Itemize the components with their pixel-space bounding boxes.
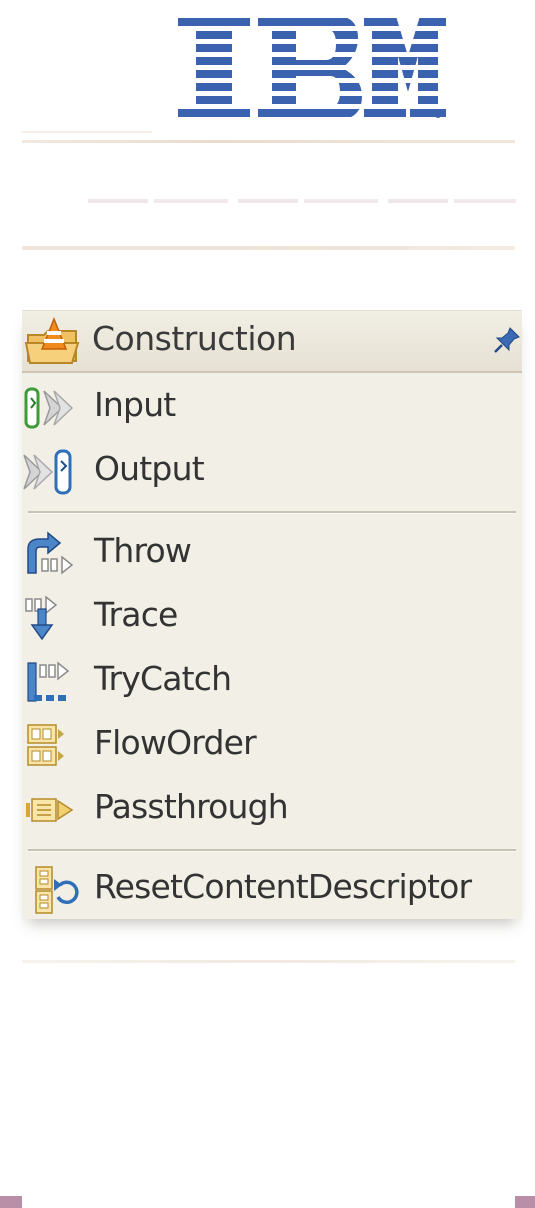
- palette-entry-input[interactable]: Input: [22, 377, 522, 437]
- output-node-icon: [22, 445, 94, 497]
- palette-entry-throw[interactable]: Throw: [22, 523, 522, 583]
- header-divider-faint: [88, 199, 516, 203]
- palette-entry-floworder[interactable]: FlowOrder: [22, 715, 522, 775]
- palette-entry-label: TryCatch: [94, 659, 232, 698]
- pin-icon[interactable]: [492, 325, 522, 355]
- palette-entry-passthrough[interactable]: Passthrough: [22, 779, 522, 839]
- drawer-header-label: Construction: [92, 319, 297, 358]
- resetcontentdescriptor-node-icon: [22, 863, 94, 915]
- palette-entry-trace[interactable]: Trace: [22, 587, 522, 647]
- ibm-logo-icon: [178, 18, 446, 118]
- palette-separator: [28, 511, 516, 514]
- palette-entry-output[interactable]: Output: [22, 441, 522, 501]
- floworder-node-icon: [22, 719, 94, 771]
- palette-entry-label: Throw: [94, 531, 192, 570]
- page-edge-right: [515, 1196, 535, 1208]
- palette-separator: [28, 849, 516, 852]
- header-divider-bottom: [22, 246, 515, 250]
- input-node-icon: [22, 381, 94, 433]
- passthrough-node-icon: [22, 783, 94, 835]
- palette-entry-label: ResetContentDescriptor: [94, 867, 472, 906]
- palette-entry-trycatch[interactable]: TryCatch: [22, 651, 522, 711]
- palette-entry-label: Trace: [94, 595, 178, 634]
- footer-divider: [22, 960, 515, 963]
- palette-entry-label: Passthrough: [94, 787, 289, 826]
- folder-cone-icon: [24, 315, 84, 367]
- palette-entry-label: Input: [94, 385, 176, 424]
- trace-node-icon: [22, 591, 94, 643]
- page-edge-left: [0, 1196, 22, 1208]
- trycatch-node-icon: [22, 655, 94, 707]
- ibm-logo: [176, 16, 448, 124]
- palette-entry-label: FlowOrder: [94, 723, 257, 762]
- palette-entry-resetcontentdescriptor[interactable]: ResetContentDescriptor: [22, 859, 522, 919]
- header-divider: [22, 140, 515, 143]
- palette-drawer: Construction Input Output Throw Trace Tr…: [22, 310, 522, 919]
- palette-entry-label: Output: [94, 449, 205, 488]
- header-divider-top: [22, 131, 152, 133]
- drawer-header-construction[interactable]: Construction: [22, 311, 522, 373]
- throw-node-icon: [22, 527, 94, 579]
